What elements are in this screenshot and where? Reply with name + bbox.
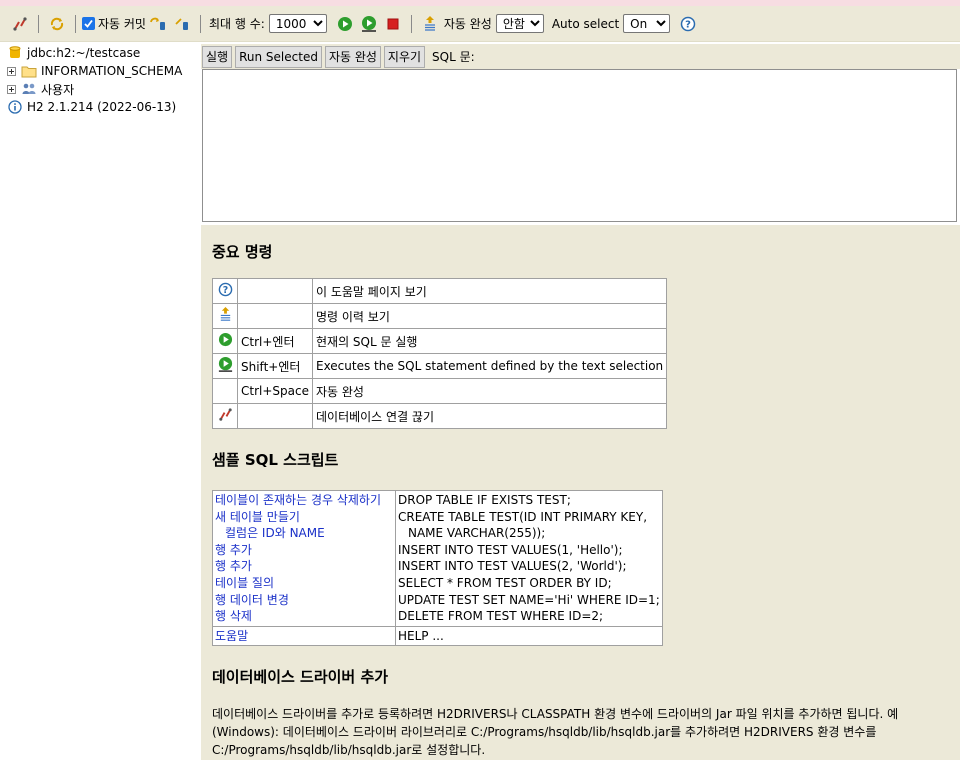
command-description: 현재의 SQL 문 실행 (311, 328, 668, 354)
tree-connection-label: jdbc:h2:~/testcase (27, 46, 141, 60)
table-row: Shift+엔터 Executes the SQL statement defi… (212, 353, 668, 379)
run-selected-icon (217, 356, 234, 376)
svg-text:?: ? (685, 19, 691, 30)
refresh-icon[interactable] (48, 15, 66, 33)
autoselect-label: Auto select (551, 16, 620, 31)
run-button[interactable]: 실행 (202, 45, 233, 68)
tree-item-information-schema[interactable]: INFORMATION_SCHEMA (0, 62, 200, 80)
sample-sql-table: 테이블이 존재하는 경우 삭제하기 새 테이블 만들기 컬럼은 ID와 NAME… (212, 490, 663, 647)
history-icon[interactable] (421, 15, 439, 33)
command-description: 이 도움말 페이지 보기 (311, 278, 668, 304)
sample-sql-title: 샘플 SQL 스크립트 (212, 451, 339, 469)
tree-item-users[interactable]: 사용자 (0, 80, 200, 98)
clear-button[interactable]: 지우기 (383, 45, 426, 68)
toolbar-separator (410, 14, 412, 33)
shortcut-key: Ctrl+Space (237, 378, 313, 404)
table-row: 데이터베이스 연결 끊기 (212, 403, 668, 429)
run-icon (218, 332, 233, 350)
folder-icon (21, 63, 37, 79)
table-row: 도움말 HELP ... (212, 625, 663, 647)
run-selected-icon[interactable] (360, 15, 378, 33)
sample-link[interactable]: 테이블 질의 (215, 575, 393, 592)
sql-editor[interactable] (202, 69, 957, 222)
tree-version: H2 2.1.214 (2022-06-13) (0, 98, 200, 116)
sample-link[interactable]: 행 데이터 변경 (215, 592, 393, 609)
help-link[interactable]: 도움말 (215, 628, 393, 645)
autocomplete-label: 자동 완성 (443, 17, 492, 31)
sample-sql-line: DROP TABLE IF EXISTS TEST; (398, 493, 571, 507)
autocomplete-button[interactable]: 자동 완성 (324, 45, 381, 68)
sample-link[interactable]: 테이블이 존재하는 경우 삭제하기 (215, 492, 393, 509)
sample-link[interactable]: 행 추가 (215, 558, 393, 575)
command-description: 자동 완성 (311, 378, 668, 404)
command-description: 명령 이력 보기 (311, 303, 668, 329)
tree-connection[interactable]: jdbc:h2:~/testcase (0, 44, 200, 62)
toolbar: 자동 커밋 최대 행 수: 1000 자동 완성 안함 Auto select … (0, 6, 960, 42)
autocomplete-select[interactable]: 안함 (495, 14, 544, 33)
run-selected-button[interactable]: Run Selected (235, 45, 322, 68)
command-description: 데이터베이스 연결 끊기 (311, 403, 668, 429)
toolbar-separator (199, 14, 201, 33)
shortcut-key (237, 303, 313, 329)
command-description: Executes the SQL statement defined by th… (311, 353, 668, 379)
table-row: Ctrl+엔터 현재의 SQL 문 실행 (212, 328, 668, 354)
table-row: ? 이 도움말 페이지 보기 (212, 278, 668, 304)
sql-statement-label: SQL 문: (432, 50, 475, 64)
sample-sql-line: SELECT * FROM TEST ORDER BY ID; (398, 575, 612, 590)
autoselect-select[interactable]: On (623, 14, 671, 33)
sample-link[interactable]: 행 삭제 (215, 608, 393, 625)
version-label: H2 2.1.214 (2022-06-13) (27, 100, 177, 114)
database-icon (7, 45, 23, 61)
rollback-icon[interactable] (149, 15, 167, 33)
info-icon (7, 99, 23, 115)
autocommit-label: 자동 커밋 (98, 17, 146, 31)
expand-icon[interactable] (7, 84, 16, 94)
driver-description: 데이터베이스 드라이버를 추가로 등록하려면 H2DRIVERS나 CLASSP… (212, 707, 899, 758)
sql-button-bar: 실행 Run Selected 자동 완성 지우기 SQL 문: (201, 44, 960, 69)
max-rows-select[interactable]: 1000 (268, 14, 327, 33)
help-icon: ? (218, 282, 233, 300)
help-icon[interactable]: ? (679, 15, 697, 33)
max-rows-label: 최대 행 수: (208, 17, 265, 31)
toolbar-separator (75, 14, 76, 33)
autocommit-checkbox[interactable]: 자동 커밋 (82, 15, 146, 32)
sample-sql-line: UPDATE TEST SET NAME='Hi' WHERE ID=1; (398, 592, 660, 607)
svg-text:?: ? (222, 285, 227, 296)
important-commands-table: ? 이 도움말 페이지 보기 명령 이력 보기 Ctrl+엔터 현재의 SQL (212, 278, 668, 429)
run-icon[interactable] (336, 15, 354, 33)
object-tree: jdbc:h2:~/testcase INFORMATION_SCHEMA 사용… (0, 44, 200, 760)
shortcut-key (237, 278, 313, 304)
table-row: Ctrl+Space 자동 완성 (212, 378, 668, 404)
shortcut-key: Ctrl+엔터 (237, 328, 313, 354)
toolbar-separator (38, 14, 39, 33)
disconnect-icon[interactable] (11, 15, 29, 33)
driver-section-title: 데이터베이스 드라이버 추가 (212, 668, 389, 687)
stop-icon[interactable] (384, 15, 402, 33)
sample-sql-line: DELETE FROM TEST WHERE ID=2; (398, 609, 604, 624)
sample-sql-line: NAME VARCHAR(255)); (408, 526, 546, 541)
users-icon (21, 81, 37, 97)
table-row: 명령 이력 보기 (212, 303, 668, 329)
disconnect-icon (218, 408, 233, 425)
sample-sql-line: INSERT INTO TEST VALUES(1, 'Hello'); (398, 542, 623, 557)
sample-link[interactable]: 새 테이블 만들기 (215, 509, 393, 526)
help-command: HELP ... (395, 625, 663, 647)
shortcut-key: Shift+엔터 (237, 353, 313, 379)
sample-link[interactable]: 행 추가 (215, 542, 393, 559)
table-row: 테이블이 존재하는 경우 삭제하기 새 테이블 만들기 컬럼은 ID와 NAME… (212, 490, 663, 627)
checkbox-checked-icon (82, 17, 95, 30)
important-commands-title: 중요 명령 (212, 243, 273, 261)
tree-item-label: 사용자 (41, 82, 75, 97)
expand-icon[interactable] (7, 66, 16, 76)
history-icon (218, 307, 233, 326)
sample-sql-line: INSERT INTO TEST VALUES(2, 'World'); (398, 559, 627, 574)
sample-sql-line: CREATE TABLE TEST(ID INT PRIMARY KEY, (398, 509, 648, 524)
sample-link[interactable]: 컬럼은 ID와 NAME (215, 525, 393, 542)
shortcut-key (237, 403, 313, 429)
tree-item-label: INFORMATION_SCHEMA (41, 64, 183, 78)
commit-icon[interactable] (173, 15, 191, 33)
help-panel: 중요 명령 ? 이 도움말 페이지 보기 명령 이력 보기 Ctrl+엔터 현재… (201, 225, 960, 760)
